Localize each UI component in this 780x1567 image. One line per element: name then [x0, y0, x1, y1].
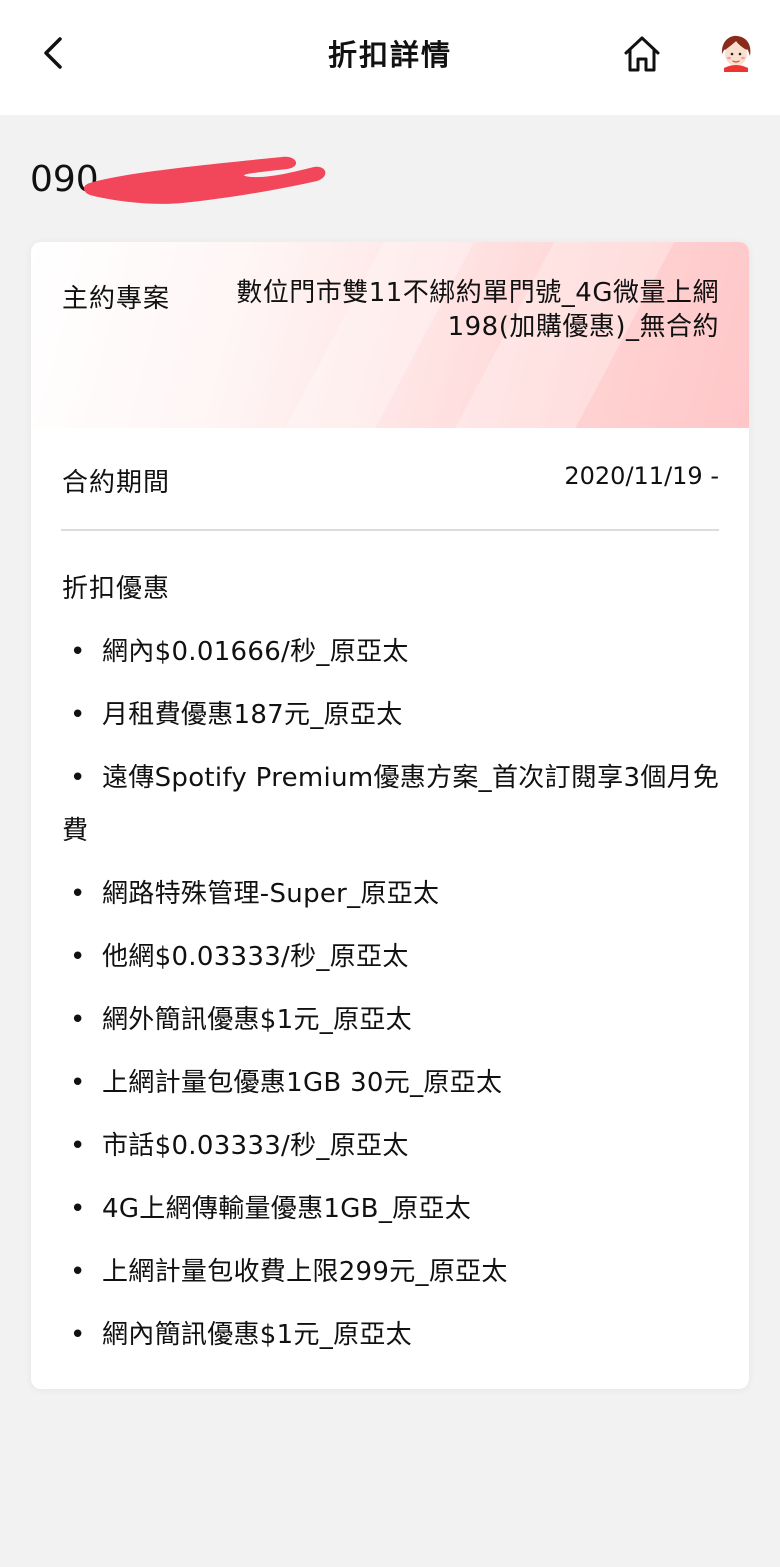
list-item: • 上網計量包優惠1GB 30元_原亞太 — [62, 1057, 722, 1110]
contract-period-label: 合約期間 — [62, 468, 171, 498]
list-item: • 遠傳Spotify Premium優惠方案_首次訂閱享3個月免費 — [62, 752, 722, 858]
list-item: • 市話$0.03333/秒_原亞太 — [62, 1120, 722, 1173]
discount-item-text: 遠傳Spotify Premium優惠方案_首次訂閱享3個月免費 — [62, 763, 720, 846]
discount-item-text: 網內$0.01666/秒_原亞太 — [102, 637, 409, 667]
list-item: • 4G上網傳輸量優惠1GB_原亞太 — [62, 1183, 722, 1236]
discount-item-text: 網內簡訊優惠$1元_原亞太 — [102, 1320, 412, 1350]
user-avatar[interactable] — [716, 32, 756, 72]
discount-section-title: 折扣優惠 — [62, 574, 171, 604]
discount-item-text: 他網$0.03333/秒_原亞太 — [102, 942, 409, 972]
chevron-left-icon — [44, 37, 62, 69]
bullet: • — [70, 1320, 86, 1350]
discount-item-text: 網外簡訊優惠$1元_原亞太 — [102, 1005, 412, 1035]
bullet: • — [70, 700, 86, 730]
discount-item-text: 網路特殊管理-Super_原亞太 — [102, 879, 440, 909]
discount-item-text: 4G上網傳輸量優惠1GB_原亞太 — [102, 1194, 472, 1224]
home-icon — [624, 36, 660, 72]
bullet: • — [70, 942, 86, 972]
list-item: • 網內$0.01666/秒_原亞太 — [62, 626, 722, 679]
discount-item-text: 月租費優惠187元_原亞太 — [102, 700, 403, 730]
bullet: • — [70, 1005, 86, 1035]
redaction-mark — [84, 156, 326, 204]
app-header: 折扣詳情 — [0, 0, 780, 115]
discount-item-text: 市話$0.03333/秒_原亞太 — [102, 1131, 409, 1161]
bullet: • — [70, 1068, 86, 1098]
discount-item-text: 上網計量包優惠1GB 30元_原亞太 — [102, 1068, 503, 1098]
list-item: • 網外簡訊優惠$1元_原亞太 — [62, 994, 722, 1047]
plan-banner: 主約專案 數位門市雙11不綁約單門號_4G微量上網198(加購優惠)_無合約 — [31, 242, 749, 428]
bullet: • — [70, 1194, 86, 1224]
bullet: • — [70, 1257, 86, 1287]
list-item: • 上網計量包收費上限299元_原亞太 — [62, 1246, 722, 1299]
list-item: • 他網$0.03333/秒_原亞太 — [62, 931, 722, 984]
discount-item-text: 上網計量包收費上限299元_原亞太 — [102, 1257, 508, 1287]
discount-list: • 網內$0.01666/秒_原亞太 • 月租費優惠187元_原亞太 • 遠傳Spot… — [62, 626, 722, 1372]
home-button[interactable] — [618, 30, 666, 78]
plan-name: 數位門市雙11不綁約單門號_4G微量上網198(加購優惠)_無合約 — [236, 278, 719, 342]
list-item: • 網內簡訊優惠$1元_原亞太 — [62, 1309, 722, 1362]
contract-period-value: 2020/11/19 - — [564, 462, 719, 490]
bullet: • — [70, 1131, 86, 1161]
plan-label: 主約專案 — [62, 284, 171, 314]
divider — [61, 529, 719, 531]
discount-card: 主約專案 數位門市雙11不綁約單門號_4G微量上網198(加購優惠)_無合約 合… — [31, 242, 749, 1389]
back-button[interactable] — [28, 28, 78, 78]
user-avatar-icon — [717, 33, 755, 72]
list-item: • 網路特殊管理-Super_原亞太 — [62, 868, 722, 921]
list-item: • 月租費優惠187元_原亞太 — [62, 689, 722, 742]
bullet: • — [70, 763, 86, 793]
phone-number-row: 090 — [30, 145, 330, 215]
bullet: • — [70, 879, 86, 909]
bullet: • — [70, 637, 86, 667]
